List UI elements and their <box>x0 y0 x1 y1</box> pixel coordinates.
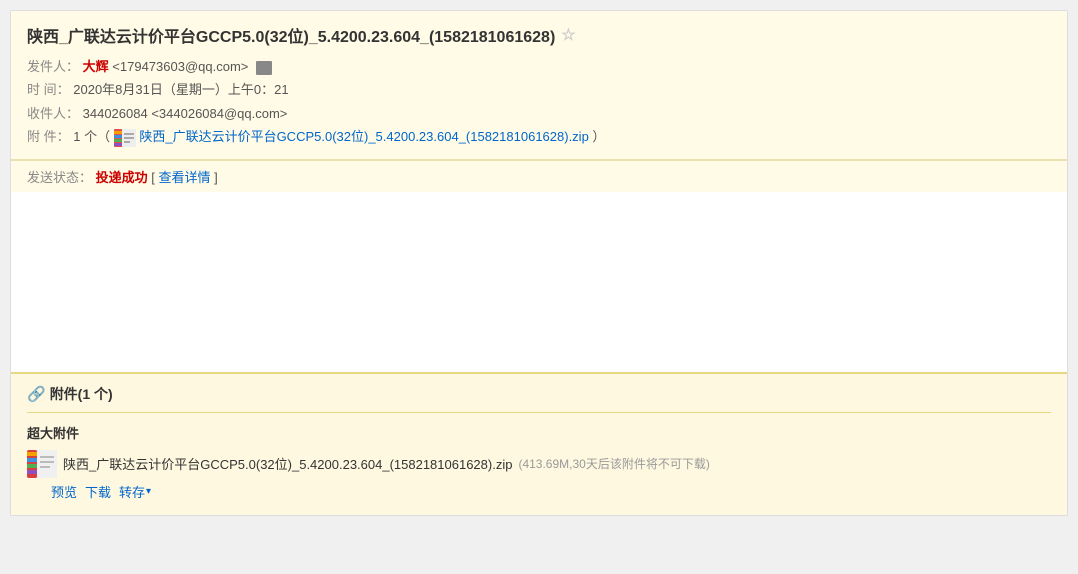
status-bracket-close: ] <box>214 170 218 185</box>
email-body <box>11 192 1067 372</box>
time-row: 时 间： 2020年8月31日（星期一）上午0：21 <box>27 78 1051 101</box>
attachment-count: 1 个（ <box>73 129 110 144</box>
attachment-file-meta: (413.69M,30天后该附件将不可下载) <box>518 455 709 472</box>
attachment-actions: 预览 下载 转存 ▾ <box>51 482 1051 501</box>
preview-link[interactable]: 预览 <box>51 482 77 501</box>
status-bar: 发送状态： 投递成功 [ 查看详情 ] <box>11 160 1067 192</box>
sender-row: 发件人： 大辉 <179473603@qq.com> <box>27 55 1051 78</box>
paperclip-icon: 🔗 <box>27 385 46 403</box>
status-label: 发送状态： <box>27 170 92 185</box>
attachment-item: 陕西_广联达云计价平台GCCP5.0(32位)_5.4200.23.604_(1… <box>27 450 1051 501</box>
sender-name[interactable]: 大辉 <box>83 59 109 74</box>
status-bracket-open: [ <box>151 170 155 185</box>
super-attachment-label: 超大附件 <box>27 423 1051 442</box>
attachment-close: ） <box>592 129 605 144</box>
save-link[interactable]: 转存 <box>119 482 145 501</box>
attachment-section-title: 附件(1 个) <box>50 384 113 404</box>
attachment-filename: 陕西_广联达云计价平台GCCP5.0(32位)_5.4200.23.604_(1… <box>63 454 512 473</box>
winrar-icon <box>27 450 57 478</box>
recipient-label: 收件人： <box>27 106 79 121</box>
email-title-row: 陕西_广联达云计价平台GCCP5.0(32位)_5.4200.23.604_(1… <box>27 23 1051 47</box>
status-detail-link[interactable]: 查看详情 <box>159 170 211 185</box>
sender-label: 发件人： <box>27 59 79 74</box>
status-value: 投递成功 <box>96 170 148 185</box>
attachment-file-row: 陕西_广联达云计价平台GCCP5.0(32位)_5.4200.23.604_(1… <box>27 450 1051 478</box>
attachment-section: 🔗 附件(1 个) 超大附件 陕西_广联达云计价平 <box>11 372 1067 515</box>
chevron-down-icon[interactable]: ▾ <box>146 486 151 497</box>
email-header: 陕西_广联达云计价平台GCCP5.0(32位)_5.4200.23.604_(1… <box>11 11 1067 160</box>
time-value: 2020年8月31日（星期一）上午0：21 <box>73 82 288 97</box>
attachment-row: 附 件： 1 个（ 陕西_广联达云计价平台GCCP5.0(32位)_5.4200… <box>27 125 1051 149</box>
address-book-icon[interactable] <box>256 61 272 75</box>
star-icon[interactable]: ☆ <box>561 25 575 45</box>
header-attachment-link[interactable]: 陕西_广联达云计价平台GCCP5.0(32位)_5.4200.23.604_(1… <box>139 129 588 144</box>
attachment-section-header: 🔗 附件(1 个) <box>27 384 1051 413</box>
recipient-value: 344026084 <344026084@qq.com> <box>83 106 288 121</box>
winrar-small-icon <box>114 127 136 149</box>
recipient-row: 收件人： 344026084 <344026084@qq.com> <box>27 102 1051 125</box>
save-dropdown: 转存 ▾ <box>119 482 151 501</box>
email-meta: 发件人： 大辉 <179473603@qq.com> 时 间： 2020年8月3… <box>27 55 1051 149</box>
attachment-label: 附 件： <box>27 129 70 144</box>
email-subject: 陕西_广联达云计价平台GCCP5.0(32位)_5.4200.23.604_(1… <box>27 23 555 47</box>
sender-email: <179473603@qq.com> <box>112 59 248 74</box>
download-link[interactable]: 下载 <box>85 482 111 501</box>
email-container: 陕西_广联达云计价平台GCCP5.0(32位)_5.4200.23.604_(1… <box>10 10 1068 516</box>
time-label: 时 间： <box>27 82 70 97</box>
